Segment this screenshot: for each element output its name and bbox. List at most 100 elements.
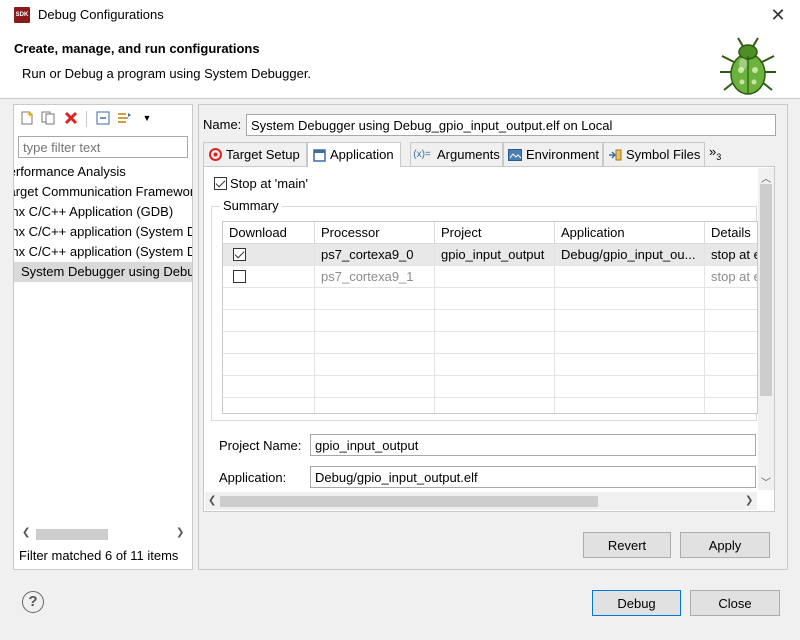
application-icon bbox=[312, 148, 326, 162]
debug-configurations-dialog: SDK Debug Configurations ✕ Create, manag… bbox=[0, 0, 800, 640]
application-input[interactable] bbox=[310, 466, 756, 488]
debug-button[interactable]: Debug bbox=[592, 590, 681, 616]
duplicate-icon[interactable] bbox=[40, 110, 56, 126]
column-header-project[interactable]: Project bbox=[435, 222, 555, 244]
empty-cell bbox=[555, 376, 705, 398]
tree-item-selected-config[interactable]: System Debugger using Debug_gpio_input_o… bbox=[14, 262, 192, 282]
scroll-left-icon[interactable]: ❮ bbox=[208, 495, 216, 506]
empty-cell bbox=[705, 376, 757, 398]
empty-cell bbox=[223, 376, 315, 398]
application-cell: Debug/gpio_input_ou... bbox=[555, 244, 705, 266]
name-input[interactable] bbox=[246, 114, 776, 136]
empty-cell bbox=[705, 354, 757, 376]
empty-cell bbox=[315, 288, 435, 310]
window-title: Debug Configurations bbox=[38, 7, 164, 22]
empty-cell bbox=[555, 332, 705, 354]
view-menu-chevron-down-icon[interactable]: ▼ bbox=[139, 110, 155, 126]
download-checkbox[interactable] bbox=[233, 248, 246, 261]
summary-label: Summary bbox=[220, 198, 282, 213]
empty-cell bbox=[435, 354, 555, 376]
arguments-icon: (x)= bbox=[413, 148, 431, 160]
header-title: Create, manage, and run configurations bbox=[14, 41, 260, 56]
tree-item-xilinx-gdb[interactable]: Xilinx C/C++ Application (GDB) bbox=[14, 202, 192, 222]
empty-cell bbox=[223, 310, 315, 332]
sdk-app-icon: SDK bbox=[14, 7, 30, 23]
empty-cell bbox=[705, 310, 757, 332]
empty-cell bbox=[435, 288, 555, 310]
collapse-all-icon[interactable] bbox=[95, 110, 111, 126]
filter-input[interactable] bbox=[18, 136, 188, 158]
download-cell bbox=[223, 266, 315, 288]
configurations-tree: Performance Analysis Target Communicatio… bbox=[14, 162, 192, 282]
tree-item-performance-analysis[interactable]: Performance Analysis bbox=[14, 162, 192, 182]
empty-cell bbox=[435, 310, 555, 332]
empty-cell bbox=[315, 354, 435, 376]
empty-cell bbox=[315, 376, 435, 398]
environment-icon bbox=[508, 148, 522, 162]
config-tabs: Target Setup Application (x)= Arguments … bbox=[203, 142, 775, 167]
processor-cell: ps7_cortexa9_1 bbox=[315, 266, 435, 288]
new-configuration-icon[interactable] bbox=[19, 110, 35, 126]
empty-cell bbox=[315, 310, 435, 332]
scroll-down-icon[interactable]: ﹀ bbox=[761, 474, 771, 489]
target-icon bbox=[208, 148, 222, 162]
toolbar-separator bbox=[86, 111, 87, 127]
empty-cell bbox=[315, 398, 435, 413]
scroll-right-icon[interactable]: ❯ bbox=[176, 527, 184, 538]
application-label: Application: bbox=[219, 470, 287, 485]
column-header-details[interactable]: Details bbox=[705, 222, 757, 244]
tab-target-setup[interactable]: Target Setup bbox=[203, 142, 307, 166]
column-header-download[interactable]: Download bbox=[223, 222, 315, 244]
tree-horizontal-scrollbar[interactable]: ❮ ❯ bbox=[18, 526, 188, 542]
header-subtitle: Run or Debug a program using System Debu… bbox=[22, 66, 312, 81]
empty-cell bbox=[435, 398, 555, 413]
stop-at-main-checkbox[interactable] bbox=[214, 177, 227, 190]
revert-button[interactable]: Revert bbox=[583, 532, 671, 558]
details-cell: stop at e bbox=[705, 266, 757, 288]
column-header-application[interactable]: Application bbox=[555, 222, 705, 244]
stop-at-main-label: Stop at 'main' bbox=[230, 176, 308, 191]
tab-application[interactable]: Application bbox=[307, 142, 401, 167]
scroll-left-icon[interactable]: ❮ bbox=[22, 527, 30, 538]
symbol-files-icon bbox=[608, 148, 622, 162]
filter-status: Filter matched 6 of 11 items bbox=[19, 548, 179, 563]
empty-cell bbox=[223, 398, 315, 413]
horizontal-scroll-thumb[interactable] bbox=[220, 496, 598, 507]
project-name-input[interactable] bbox=[310, 434, 756, 456]
tree-item-xilinx-system-debugger-qemu[interactable]: Xilinx C/C++ application (System Debugge… bbox=[14, 242, 192, 262]
tree-item-xilinx-system-debugger[interactable]: Xilinx C/C++ application (System Debugge… bbox=[14, 222, 192, 242]
apply-button[interactable]: Apply bbox=[680, 532, 770, 558]
scroll-thumb[interactable] bbox=[36, 529, 108, 540]
tab-environment[interactable]: Environment bbox=[503, 142, 603, 166]
download-checkbox[interactable] bbox=[233, 270, 246, 283]
delete-icon[interactable] bbox=[63, 110, 79, 126]
vertical-scroll-thumb[interactable] bbox=[760, 184, 772, 396]
tab-symbol-files[interactable]: Symbol Files bbox=[603, 142, 705, 166]
empty-cell bbox=[223, 354, 315, 376]
application-cell bbox=[555, 266, 705, 288]
scroll-right-icon[interactable]: ❯ bbox=[745, 495, 753, 506]
empty-cell bbox=[555, 398, 705, 413]
close-button[interactable]: Close bbox=[690, 590, 780, 616]
summary-table: Download Processor Project Application D… bbox=[222, 221, 758, 414]
empty-cell bbox=[555, 288, 705, 310]
debug-bug-icon bbox=[720, 37, 776, 95]
help-icon[interactable]: ? bbox=[22, 591, 44, 613]
column-header-processor[interactable]: Processor bbox=[315, 222, 435, 244]
tab-arguments[interactable]: (x)= Arguments bbox=[410, 142, 503, 166]
scroll-up-icon[interactable]: ︿ bbox=[761, 170, 771, 185]
download-cell bbox=[223, 244, 315, 266]
empty-cell bbox=[555, 354, 705, 376]
tab-overflow-chevron-icon[interactable]: »3 bbox=[709, 144, 721, 162]
empty-cell bbox=[435, 376, 555, 398]
project-cell bbox=[435, 266, 555, 288]
empty-cell bbox=[705, 288, 757, 310]
tree-item-target-communication[interactable]: Target Communication Framework bbox=[14, 182, 192, 202]
empty-cell bbox=[555, 310, 705, 332]
window-close-icon[interactable]: ✕ bbox=[764, 2, 792, 28]
project-cell: gpio_input_output bbox=[435, 244, 555, 266]
empty-cell bbox=[315, 332, 435, 354]
processor-cell: ps7_cortexa9_0 bbox=[315, 244, 435, 266]
filter-configurations-icon[interactable] bbox=[117, 110, 133, 126]
empty-cell bbox=[435, 332, 555, 354]
